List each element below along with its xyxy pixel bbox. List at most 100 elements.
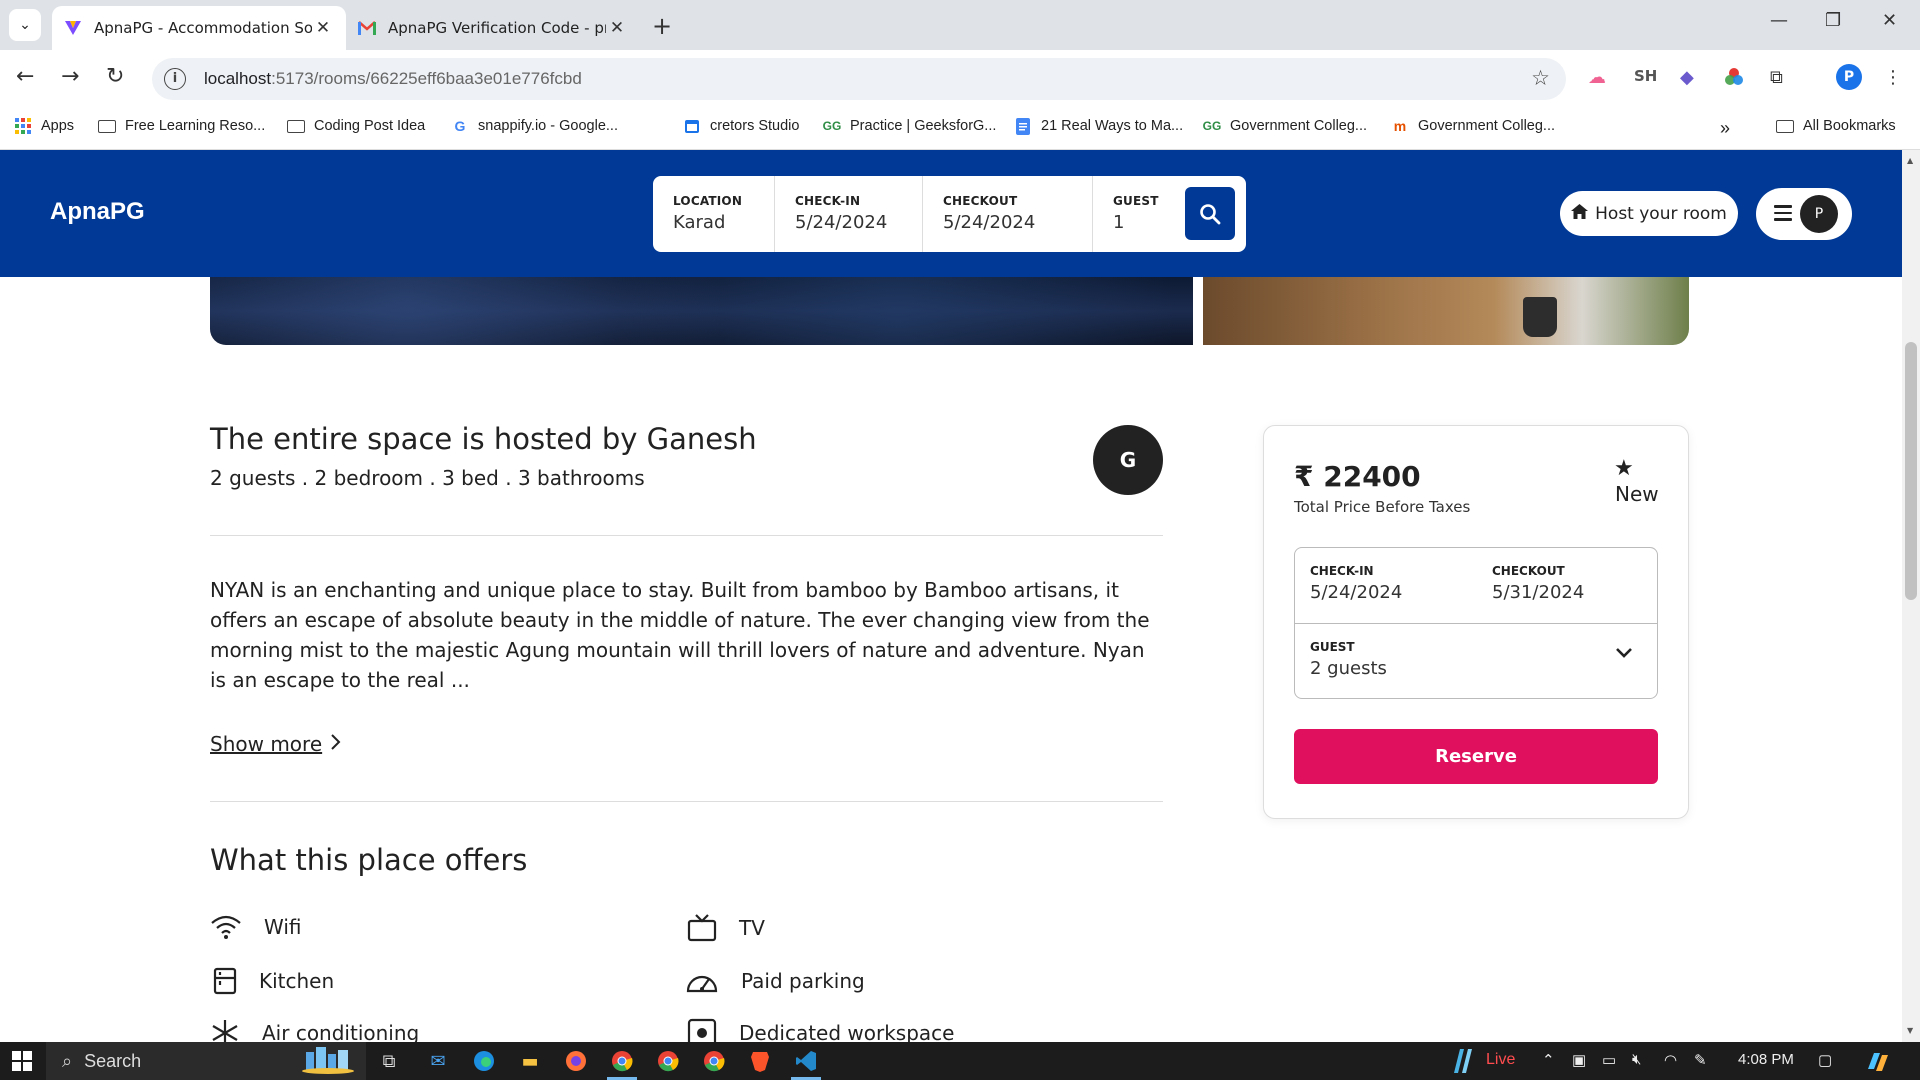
tab-search-button[interactable]: ⌄ <box>9 9 41 41</box>
clock-time[interactable]: 4:08 PM <box>1738 1051 1794 1068</box>
meet-now-icon[interactable]: ▣ <box>1572 1051 1586 1069</box>
chrome-profile-icon[interactable] <box>656 1049 680 1073</box>
more-bookmarks-icon[interactable]: » <box>1720 118 1730 139</box>
bookmark-star-icon[interactable]: ☆ <box>1531 66 1550 90</box>
checkout-label: CHECKOUT <box>1492 564 1565 578</box>
scrollbar-thumb[interactable] <box>1905 342 1917 600</box>
copilot-icon[interactable] <box>1866 1051 1890 1077</box>
bookmarks-bar: Apps Free Learning Reso... Coding Post I… <box>0 108 1920 150</box>
bookmark-link[interactable]: cretors Studio <box>683 118 799 134</box>
tray-chevron-up-icon[interactable]: ⌃ <box>1542 1051 1555 1069</box>
guest-label: GUEST <box>1310 640 1355 654</box>
extensions-puzzle-icon[interactable]: ⧉ <box>1770 67 1783 88</box>
show-more-link[interactable]: Show more <box>210 732 322 756</box>
wifi-tray-icon[interactable]: ◠ <box>1664 1051 1677 1069</box>
tv-icon <box>687 914 717 942</box>
location-field[interactable]: LOCATION Karad <box>653 176 775 252</box>
checkin-value: 5/24/2024 <box>795 212 888 233</box>
user-menu-button[interactable]: P <box>1756 188 1852 240</box>
scroll-up-icon[interactable]: ▲ <box>1907 156 1913 165</box>
live-label[interactable]: Live <box>1486 1051 1515 1069</box>
amenity-dedicated-workspace: Dedicated workspace <box>687 1018 954 1042</box>
sh-extension-icon[interactable]: SH <box>1634 67 1657 85</box>
browser-tab-bar: ⌄ ApnaPG - Accommodation Solu ✕ ApnaPG V… <box>0 0 1920 50</box>
drop-extension-icon[interactable]: ◆ <box>1680 67 1694 88</box>
bookmark-label: 21 Real Ways to Ma... <box>1041 118 1184 134</box>
close-tab-icon[interactable]: ✕ <box>606 18 628 38</box>
close-window-icon[interactable]: ✕ <box>1882 10 1897 31</box>
listing-photo-main[interactable] <box>210 277 1193 345</box>
chrome-secondary-icon[interactable] <box>702 1049 726 1073</box>
site-info-icon[interactable]: i <box>164 68 186 90</box>
new-tab-button[interactable]: + <box>652 12 672 40</box>
folder-icon <box>287 118 305 134</box>
bookmark-link[interactable]: m Government Colleg... <box>1391 118 1555 134</box>
vscode-icon[interactable] <box>794 1049 818 1073</box>
bookmark-link[interactable]: G snappify.io - Google... <box>451 118 618 134</box>
booking-guest-select[interactable]: GUEST 2 guests <box>1310 640 1387 679</box>
live-cricket-icon[interactable] <box>1450 1047 1476 1079</box>
listing-capacity: 2 guests . 2 bedroom . 3 bed . 3 bathroo… <box>210 466 645 490</box>
mail-icon[interactable]: ✉ <box>426 1049 450 1073</box>
reload-icon[interactable]: ↻ <box>106 64 124 89</box>
amenity-air-conditioning: Air conditioning <box>210 1018 419 1042</box>
restore-icon[interactable]: ❐ <box>1825 10 1841 31</box>
search-icon: ⌕ <box>62 1050 73 1071</box>
address-bar[interactable]: i localhost:5173/rooms/66225eff6baa3e01e… <box>152 58 1566 100</box>
guest-field[interactable]: GUEST 1 <box>1093 176 1183 252</box>
reserve-button[interactable]: Reserve <box>1294 729 1658 784</box>
scroll-down-icon[interactable]: ▼ <box>1907 1026 1913 1035</box>
notifications-icon[interactable]: ▢ <box>1818 1051 1832 1069</box>
minimize-icon[interactable]: — <box>1770 10 1788 31</box>
bookmark-link[interactable]: GG Government Colleg... <box>1203 118 1367 134</box>
bookmark-all-bookmarks[interactable]: All Bookmarks <box>1776 118 1896 134</box>
url-text[interactable]: localhost:5173/rooms/66225eff6baa3e01e77… <box>204 69 582 89</box>
task-view-icon[interactable]: ⧉ <box>377 1049 401 1073</box>
site-logo[interactable]: ApnaPG <box>50 198 145 226</box>
checkin-field[interactable]: CHECK-IN 5/24/2024 <box>775 176 923 252</box>
page-scrollbar[interactable]: ▲ ▼ <box>1902 150 1920 1042</box>
profile-avatar[interactable]: P <box>1836 64 1862 90</box>
snowflake-icon <box>212 1020 238 1042</box>
site-logo-icon: m <box>1393 118 1407 134</box>
tab-apnapg[interactable]: ApnaPG - Accommodation Solu ✕ <box>52 6 346 50</box>
firefox-icon[interactable] <box>564 1049 588 1073</box>
bookmark-link[interactable]: 21 Real Ways to Ma... <box>1014 117 1184 135</box>
search-button[interactable] <box>1185 187 1235 240</box>
chevron-down-icon[interactable] <box>1615 644 1633 663</box>
hamburger-icon <box>1774 205 1792 225</box>
forward-arrow-icon[interactable]: → <box>61 64 79 89</box>
bookmark-apps[interactable]: Apps <box>14 118 74 134</box>
search-bar: LOCATION Karad CHECK-IN 5/24/2024 CHECKO… <box>653 176 1246 252</box>
taskbar-search[interactable]: ⌕ Search <box>46 1042 366 1080</box>
booking-checkin-field[interactable]: CHECK-IN 5/24/2024 <box>1310 564 1402 603</box>
bookmark-folder[interactable]: Free Learning Reso... <box>98 118 265 134</box>
chrome-icon[interactable] <box>610 1049 634 1073</box>
bookmark-folder[interactable]: Coding Post Idea <box>287 118 425 134</box>
brave-icon[interactable] <box>748 1049 772 1073</box>
divider <box>210 801 1163 802</box>
host-your-room-button[interactable]: Host your room <box>1560 191 1738 236</box>
file-explorer-icon[interactable]: ▬ <box>518 1049 542 1073</box>
battery-icon[interactable]: ▭ <box>1602 1051 1616 1069</box>
edge-icon[interactable] <box>472 1049 496 1073</box>
pen-icon[interactable]: ✎ <box>1694 1051 1707 1069</box>
cloud-extension-icon[interactable]: ☁ <box>1588 67 1606 88</box>
google-icon: G <box>454 118 466 134</box>
volume-muted-icon[interactable]: 🔇︎ <box>1632 1051 1641 1068</box>
windows-start-icon[interactable] <box>10 1049 34 1073</box>
tab-gmail[interactable]: ApnaPG Verification Code - pra ✕ <box>346 6 640 50</box>
listing-photo-secondary[interactable] <box>1203 277 1689 345</box>
checkin-label: CHECK-IN <box>1310 564 1374 578</box>
more-vert-icon[interactable]: ⋮ <box>1884 67 1902 88</box>
chevron-right-icon[interactable] <box>330 732 342 757</box>
color-picker-extension-icon[interactable] <box>1724 67 1744 92</box>
booking-checkout-field[interactable]: CHECKOUT 5/31/2024 <box>1492 564 1584 603</box>
checkout-field[interactable]: CHECKOUT 5/24/2024 <box>923 176 1093 252</box>
bookmark-label: Coding Post Idea <box>314 118 426 134</box>
bookmark-label: Government Colleg... <box>1230 118 1368 134</box>
close-tab-icon[interactable]: ✕ <box>312 18 334 38</box>
bookmark-link[interactable]: GG Practice | GeeksforG... <box>823 118 997 134</box>
back-arrow-icon[interactable]: ← <box>16 64 34 89</box>
apnapg-favicon-icon <box>64 19 82 37</box>
